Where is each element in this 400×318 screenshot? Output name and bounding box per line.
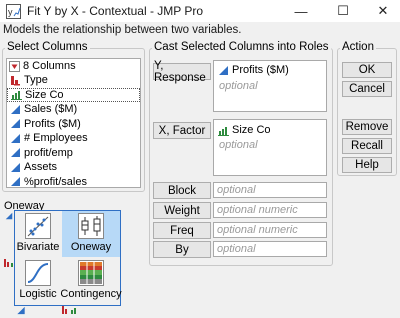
y-role-entry[interactable]: Profits ($M) xyxy=(218,64,289,76)
column-item-label: Profits ($M) xyxy=(24,117,81,130)
weight-field[interactable]: optional numeric xyxy=(213,202,327,218)
maximize-button[interactable]: ☐ xyxy=(326,0,360,22)
column-item-label: # Employees xyxy=(24,132,88,145)
continuous-icon xyxy=(11,104,20,114)
continuous-icon xyxy=(11,177,20,187)
column-item-profit-sales[interactable]: %profit/sales xyxy=(7,175,140,190)
action-title: Action xyxy=(340,41,376,53)
column-item-label: Type xyxy=(24,74,48,87)
column-item-profit-emp[interactable]: profit/emp xyxy=(7,146,140,161)
x-role-value: Size Co xyxy=(232,124,271,136)
freq-field[interactable]: optional numeric xyxy=(213,222,327,238)
ordinal-icon xyxy=(11,91,22,101)
x-optional-hint: optional xyxy=(219,139,258,151)
continuous-icon xyxy=(11,148,20,158)
column-item-employees[interactable]: # Employees xyxy=(7,131,140,146)
block-button[interactable]: Block xyxy=(153,182,211,199)
x-role-entry[interactable]: Size Co xyxy=(218,124,271,136)
continuous-icon xyxy=(17,306,25,315)
tile-oneway[interactable]: Oneway xyxy=(62,211,120,257)
svg-text:y: y xyxy=(8,7,13,17)
cast-roles-title: Cast Selected Columns into Roles xyxy=(152,41,331,53)
nominal-icon xyxy=(11,75,20,86)
column-item-profits[interactable]: Profits ($M) xyxy=(7,117,140,132)
weight-button[interactable]: Weight xyxy=(153,202,211,219)
y-optional-hint: optional xyxy=(219,80,258,92)
scatterplot-icon xyxy=(25,213,51,239)
recall-button[interactable]: Recall xyxy=(342,138,392,154)
tile-contingency[interactable]: Contingency xyxy=(60,258,122,305)
tile-label: Contingency xyxy=(60,288,122,300)
x-factor-box[interactable]: Size Co optional xyxy=(213,119,327,176)
x-factor-button[interactable]: X, Factor xyxy=(153,122,211,139)
close-button[interactable]: ✕ xyxy=(366,0,400,22)
mosaic-plot-icon xyxy=(78,260,104,286)
column-item-label: Size Co xyxy=(25,88,64,101)
column-item-label: Sales ($M) xyxy=(24,103,78,116)
remove-button[interactable]: Remove xyxy=(342,119,392,135)
title-bar: y Fit Y by X - Contextual - JMP Pro — ☐ … xyxy=(0,0,400,22)
tile-label: Oneway xyxy=(70,241,112,253)
column-count-label: 8 Columns xyxy=(23,60,76,72)
block-field[interactable]: optional xyxy=(213,182,327,198)
ordinal-icon xyxy=(218,126,229,136)
continuous-icon xyxy=(219,65,228,75)
tile-label: Logistic xyxy=(19,288,57,300)
column-item-label: profit/emp xyxy=(24,146,73,159)
nominal-ordinal-icon xyxy=(62,306,76,314)
column-count-header[interactable]: 8 Columns xyxy=(7,59,140,73)
y-role-value: Profits ($M) xyxy=(232,64,289,76)
select-columns-title: Select Columns xyxy=(5,41,90,53)
column-item-type[interactable]: Type xyxy=(7,73,140,88)
column-item-label: Assets xyxy=(24,161,58,174)
tile-label: Bivariate xyxy=(16,241,60,253)
column-item-sales[interactable]: Sales ($M) xyxy=(7,102,140,117)
window-title: Fit Y by X - Contextual - JMP Pro xyxy=(27,4,204,18)
y-response-button[interactable]: Y, Response xyxy=(153,60,211,84)
continuous-icon xyxy=(11,162,20,172)
jmp-app-icon: y xyxy=(6,4,21,19)
column-item-label: %profit/sales xyxy=(24,175,87,188)
by-field[interactable]: optional xyxy=(213,241,327,257)
continuous-icon xyxy=(5,212,13,220)
y-response-box[interactable]: Profits ($M) optional xyxy=(213,60,327,112)
logistic-curve-icon xyxy=(25,260,51,286)
continuous-icon xyxy=(11,133,20,143)
column-item-assets[interactable]: Assets xyxy=(7,160,140,175)
ok-button[interactable]: OK xyxy=(342,62,392,78)
minimize-button[interactable]: — xyxy=(284,0,318,22)
dialog-subtitle: Models the relationship between two vari… xyxy=(3,24,242,36)
help-button[interactable]: Help xyxy=(342,157,392,173)
continuous-icon xyxy=(11,119,20,129)
freq-button[interactable]: Freq xyxy=(153,222,211,239)
column-item-size-co[interactable]: Size Co xyxy=(7,87,140,102)
by-button[interactable]: By xyxy=(153,241,211,258)
cancel-button[interactable]: Cancel xyxy=(342,81,392,97)
tile-logistic[interactable]: Logistic xyxy=(15,258,61,305)
dropdown-triangle-icon[interactable] xyxy=(9,60,20,72)
tile-bivariate[interactable]: Bivariate xyxy=(15,211,61,257)
column-list[interactable]: 8 Columns Type Size Co Sales ($M) Profit… xyxy=(6,58,141,188)
boxplot-icon xyxy=(78,213,104,239)
